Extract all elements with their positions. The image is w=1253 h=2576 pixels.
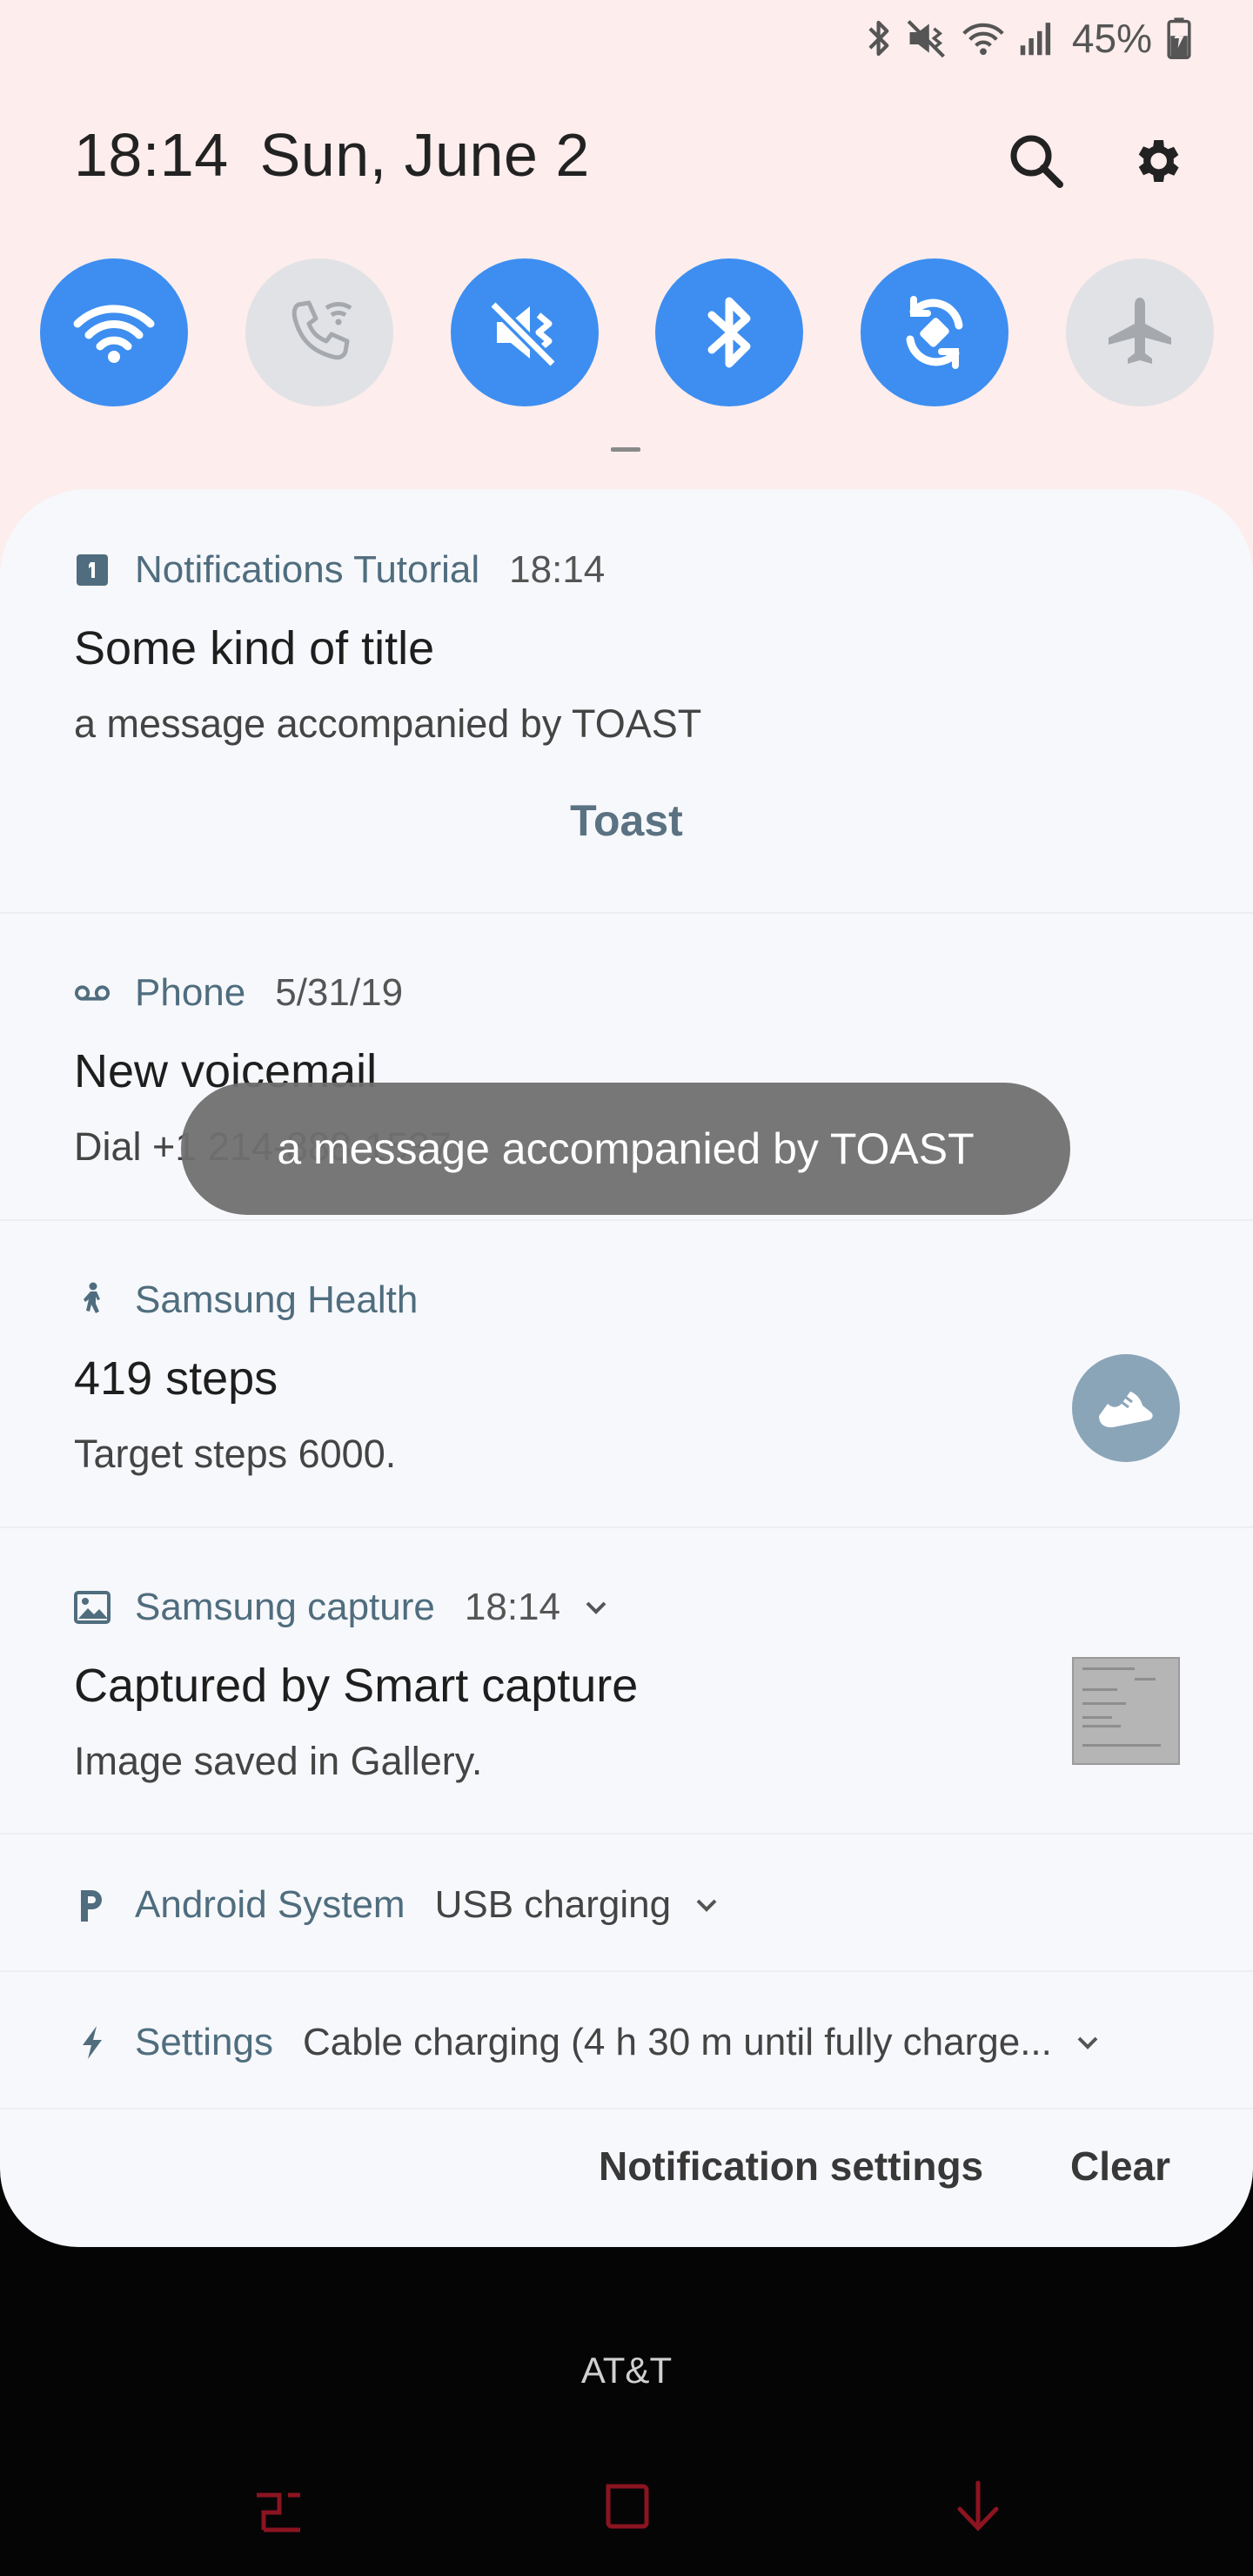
app-name: Notifications Tutorial: [135, 548, 480, 591]
settings-charging-notification[interactable]: Settings Cable charging (4 h 30 m until …: [0, 1970, 1253, 2110]
home-icon: [606, 2484, 649, 2529]
airplane-icon: [1109, 298, 1171, 364]
recents-icon: [257, 2492, 300, 2532]
app-name: Samsung capture: [135, 1586, 435, 1628]
chevron-down-icon[interactable]: [583, 1599, 609, 1616]
notification-title: Some kind of title: [74, 622, 435, 674]
battery-percent: 45%: [1071, 16, 1152, 61]
app-name: Phone: [135, 971, 246, 1014]
notification-time: 5/31/19: [275, 971, 404, 1014]
vibrate-mute-icon: [905, 17, 948, 60]
wifi-calling-icon: [291, 300, 352, 360]
home-button[interactable]: [574, 2454, 679, 2559]
notification-title: 419 steps: [74, 1352, 278, 1405]
app-name: Android System: [135, 1883, 405, 1926]
navigation-bar: [0, 2454, 1253, 2559]
clear-button[interactable]: Clear: [1070, 2143, 1170, 2190]
notification-text: USB charging: [434, 1883, 672, 1926]
capture-thumbnail[interactable]: [1072, 1657, 1180, 1765]
wifi-icon: [959, 17, 1008, 60]
samsung-capture-notification[interactable]: Samsung capture 18:14 Captured by Smart …: [0, 1526, 1253, 1835]
notification-panel: Notifications Tutorial 18:14 Some kind o…: [0, 489, 1253, 2247]
signal-icon: [1018, 17, 1056, 60]
gear-icon: [1138, 140, 1179, 182]
battery-charging-icon: [1166, 17, 1192, 60]
carrier-label: AT&T: [580, 2350, 673, 2391]
toast-action-button[interactable]: Toast: [0, 795, 1253, 846]
image-icon: [74, 1589, 111, 1626]
airplane-mode-toggle[interactable]: [1066, 258, 1214, 406]
back-button[interactable]: [926, 2454, 1030, 2559]
bluetooth-icon: [865, 17, 895, 60]
app-name: Samsung Health: [135, 1278, 419, 1321]
panel-footer: Notification settings Clear: [0, 2143, 1253, 2247]
chevron-down-icon[interactable]: [694, 1896, 720, 1914]
date: Sun, June 2: [259, 121, 590, 189]
search-icon: [1010, 135, 1063, 188]
notification-title: Captured by Smart capture: [74, 1660, 639, 1712]
lightning-icon: [74, 2024, 111, 2061]
samsung-health-notification[interactable]: Samsung Health 419 steps Target steps 60…: [0, 1219, 1253, 1528]
android-system-icon: [74, 1887, 111, 1923]
toast-message: a message accompanied by TOAST: [181, 1083, 1070, 1215]
wifi-calling-toggle[interactable]: [245, 258, 393, 406]
bluetooth-toggle[interactable]: [655, 258, 803, 406]
notification-text: a message accompanied by TOAST: [74, 701, 702, 746]
notification-time: 18:14: [509, 548, 606, 591]
auto-rotate-toggle[interactable]: [861, 258, 1008, 406]
wifi-icon: [73, 305, 155, 363]
notification-text: Image saved in Gallery.: [74, 1739, 483, 1783]
notification-text: Cable charging (4 h 30 m until fully cha…: [302, 2021, 1052, 2063]
notification-header: Notifications Tutorial 18:14: [74, 548, 605, 592]
notification-header: Android System USB charging: [74, 1883, 720, 1927]
voicemail-icon: [74, 975, 111, 1011]
walking-person-icon: [74, 1282, 111, 1318]
notification-settings-button[interactable]: Notification settings: [599, 2143, 983, 2190]
wifi-toggle[interactable]: [40, 258, 188, 406]
auto-rotate-icon: [906, 296, 963, 369]
notification-header: Settings Cable charging (4 h 30 m until …: [74, 2021, 1101, 2064]
status-bar: 45%: [865, 12, 1192, 64]
app-name: Settings: [135, 2021, 273, 2063]
clock: 18:14: [74, 121, 229, 189]
chevron-down-icon[interactable]: [1075, 2034, 1101, 2051]
notification-header: Phone 5/31/19: [74, 971, 403, 1015]
sound-toggle[interactable]: [451, 258, 599, 406]
shoe-icon: [1099, 1392, 1153, 1428]
quick-toggles: [40, 258, 1215, 406]
app-badge-icon: [74, 552, 111, 588]
date-time: 18:14 Sun, June 2: [74, 120, 590, 190]
mute-icon: [489, 300, 557, 368]
android-system-notification[interactable]: Android System USB charging: [0, 1833, 1253, 1972]
notification-time: 18:14: [464, 1586, 560, 1628]
bluetooth-icon: [707, 297, 751, 368]
settings-button[interactable]: [1117, 122, 1196, 200]
steps-avatar: [1072, 1354, 1180, 1462]
notification-text: Target steps 6000.: [74, 1432, 397, 1476]
recents-button[interactable]: [226, 2454, 331, 2559]
search-button[interactable]: [997, 122, 1075, 200]
arrow-down-icon: [957, 2480, 999, 2532]
notification-tutorial[interactable]: Notifications Tutorial 18:14 Some kind o…: [0, 489, 1253, 914]
panel-expand-handle[interactable]: [611, 447, 640, 452]
notification-header: Samsung capture 18:14: [74, 1586, 609, 1629]
notification-header: Samsung Health: [74, 1278, 418, 1322]
